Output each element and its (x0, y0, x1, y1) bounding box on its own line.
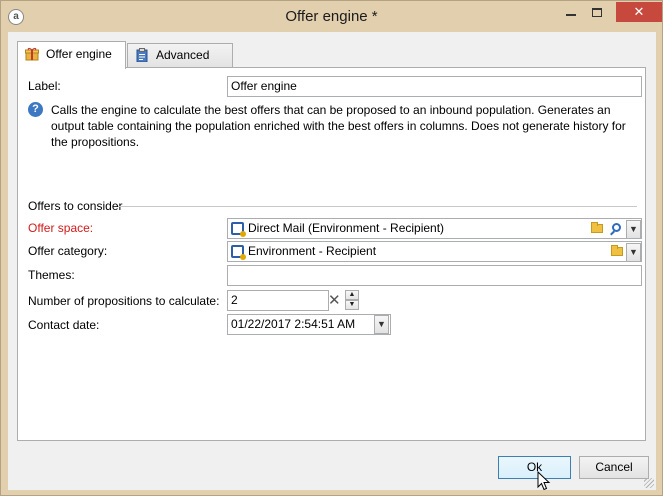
offer-category-field[interactable]: Environment - Recipient ▼ (227, 241, 642, 262)
offer-space-field[interactable]: Direct Mail (Environment - Recipient) ▼ (227, 218, 642, 239)
offer-category-caption: Offer category: (28, 244, 108, 258)
offer-space-folder-button[interactable] (587, 219, 606, 238)
tab-offer-engine-label: Offer engine (46, 47, 112, 61)
resize-grip[interactable] (644, 478, 654, 488)
label-input[interactable]: Offer engine (227, 76, 642, 97)
help-icon: ? (28, 102, 43, 117)
offer-engine-window: a Offer engine * ✕ Offer engine Advanced… (0, 0, 663, 496)
link-icon (231, 222, 246, 237)
tab-advanced[interactable]: Advanced (127, 43, 233, 67)
section-title: Offers to consider (28, 199, 123, 213)
spin-down-button[interactable]: ▼ (345, 300, 359, 310)
folder-icon (590, 222, 603, 233)
themes-input[interactable] (227, 265, 642, 286)
dialog-client-area: Offer engine Advanced Label: Offer engin… (8, 32, 656, 490)
gift-icon (25, 47, 39, 61)
contact-date-picker[interactable]: 01/22/2017 2:54:51 AM ▼ (227, 314, 391, 335)
ok-button[interactable]: Ok (498, 456, 571, 479)
themes-caption: Themes: (28, 268, 75, 282)
spin-up-button[interactable]: ▲ (345, 290, 359, 300)
offer-space-search-button[interactable] (607, 219, 626, 238)
cancel-button[interactable]: Cancel (579, 456, 649, 479)
maximize-button[interactable] (584, 2, 610, 22)
contact-date-caption: Contact date: (28, 318, 100, 332)
help-description: Calls the engine to calculate the best o… (51, 103, 626, 149)
clipboard-icon (136, 48, 148, 62)
propositions-input[interactable]: 2 (227, 290, 329, 311)
offer-space-caption: Offer space: (28, 221, 94, 235)
minimize-button[interactable] (558, 2, 584, 22)
propositions-caption: Number of propositions to calculate: (28, 294, 220, 308)
label-caption: Label: (28, 79, 61, 93)
link-icon (231, 245, 246, 260)
chevron-down-icon: ▼ (629, 247, 638, 257)
offer-category-folder-button[interactable] (607, 242, 626, 261)
clear-icon[interactable]: ✕ (328, 293, 341, 308)
contact-date-dropdown-button[interactable]: ▼ (374, 315, 389, 334)
tab-advanced-label: Advanced (156, 48, 210, 62)
offer-engine-panel: Label: Offer engine ? Calls the engine t… (17, 67, 646, 441)
close-icon: ✕ (633, 4, 645, 19)
offer-space-dropdown-button[interactable]: ▼ (626, 220, 641, 238)
chevron-down-icon: ▼ (629, 224, 638, 234)
folder-icon (610, 245, 623, 256)
offer-category-dropdown-button[interactable]: ▼ (626, 243, 641, 261)
contact-date-value: 01/22/2017 2:54:51 AM (231, 317, 356, 331)
offer-category-value: Environment - Recipient (248, 244, 377, 258)
mouse-pointer-icon (537, 471, 551, 491)
close-button[interactable]: ✕ (616, 2, 662, 22)
chevron-down-icon: ▼ (377, 319, 386, 329)
offer-space-value: Direct Mail (Environment - Recipient) (248, 221, 445, 235)
tab-offer-engine[interactable]: Offer engine (17, 41, 126, 69)
search-icon (612, 223, 621, 232)
section-divider (118, 206, 637, 207)
minimize-icon (566, 13, 576, 16)
title-bar[interactable]: a Offer engine * ✕ (1, 1, 662, 32)
maximize-icon (592, 8, 602, 18)
